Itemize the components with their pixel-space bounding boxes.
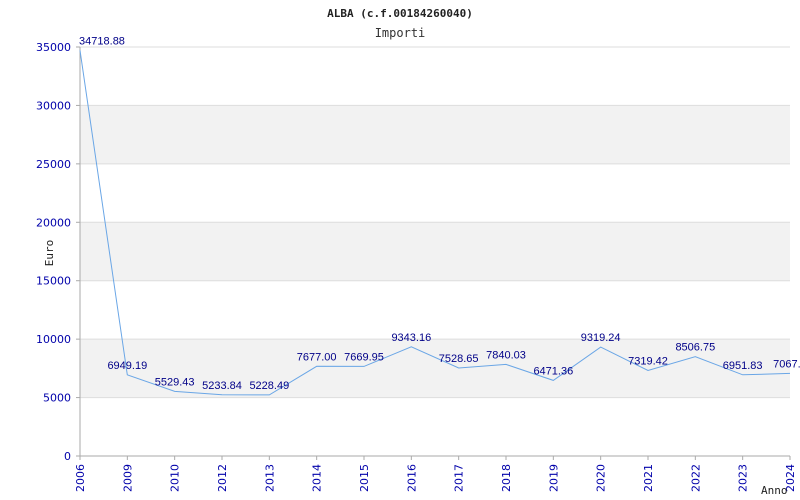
data-labels: 34718.88 6949.19 5529.43 5233.84 5228.49 7677… [79,35,800,392]
x-tick-label: 2006 [74,464,87,492]
x-axis-label: Anno [761,484,788,497]
data-label: 34718.88 [79,35,125,47]
x-tick-label: 2014 [311,464,324,492]
data-label: 5529.43 [155,376,195,388]
data-label: 9343.16 [391,332,431,344]
data-label: 6471.36 [533,365,573,377]
data-label: 7528.65 [439,353,479,365]
background-bands [80,105,790,398]
x-tick-label: 2009 [121,464,134,492]
line-chart: 0 5000 10000 15000 20000 25000 30000 35000 2006… [36,7,800,497]
x-tick-label: 2012 [216,464,229,492]
data-label: 7067.0 [773,358,800,370]
band-15000 [80,222,790,281]
y-tick-label: 15000 [36,275,71,288]
y-tick-label: 20000 [36,216,71,229]
data-label: 6949.19 [107,360,147,372]
x-tick-label: 2016 [405,464,418,492]
y-tick-label: 10000 [36,333,71,346]
x-tick-label: 2013 [263,464,276,492]
x-tick-label: 2018 [500,464,513,492]
y-tick-label: 35000 [36,41,71,54]
chart-subtitle: Importi [375,26,426,40]
data-label: 5233.84 [202,380,242,392]
data-label: 7677.00 [297,351,337,363]
y-tick-label: 0 [64,450,71,463]
x-tick-label: 2021 [642,464,655,492]
data-label: 7669.95 [344,351,384,363]
x-tick-labels: 2006 2009 2010 2012 2013 2014 2015 2016 2017 2018… [74,456,797,492]
y-axis-label: Euro [43,240,56,267]
data-label: 7319.42 [628,355,668,367]
x-tick-label: 2015 [358,464,371,492]
chart-title: ALBA (c.f.00184260040) [327,7,473,20]
band-25000 [80,105,790,164]
data-label: 8506.75 [675,342,715,354]
y-tick-label: 5000 [43,392,71,405]
data-label: 6951.83 [723,360,763,372]
data-label: 9319.24 [581,332,621,344]
x-tick-label: 2010 [169,464,182,492]
y-tick-label: 25000 [36,158,71,171]
x-tick-label: 2020 [595,464,608,492]
data-label: 5228.49 [249,380,289,392]
x-tick-label: 2023 [737,464,750,492]
y-tick-label: 30000 [36,99,71,112]
x-tick-label: 2022 [689,464,702,492]
x-tick-label: 2017 [453,464,466,492]
x-tick-label: 2019 [547,464,560,492]
data-label: 7840.03 [486,349,526,361]
